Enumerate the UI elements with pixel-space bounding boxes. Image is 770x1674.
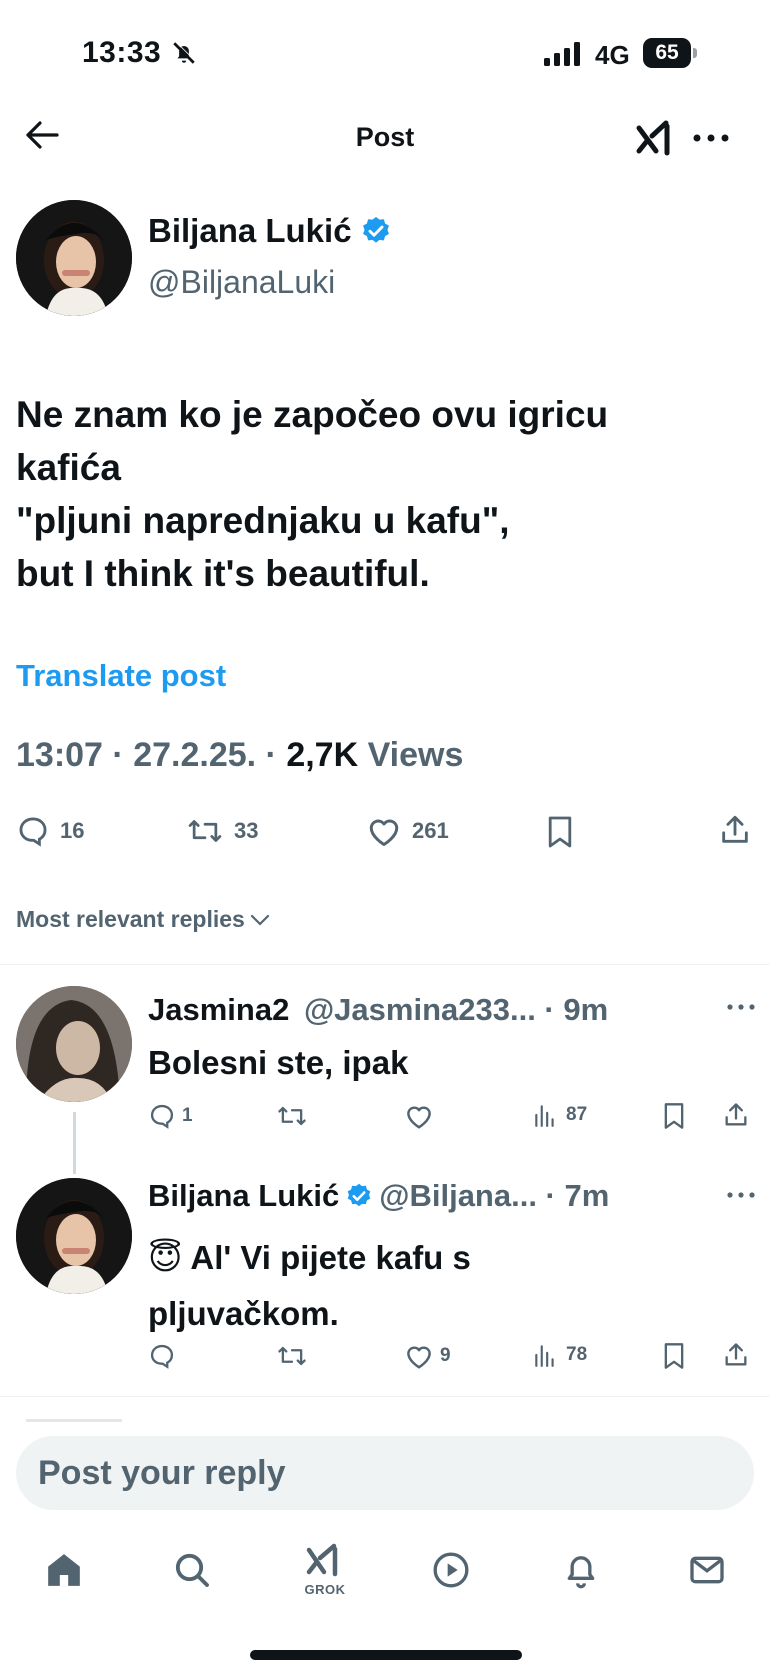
- reply-reply-count: 1: [182, 1105, 193, 1126]
- reply-header: Jasmina2 @Jasmina233... · 9m: [148, 992, 608, 1028]
- reply-views-count: 78: [566, 1344, 588, 1365]
- verified-badge-icon: [345, 1182, 373, 1210]
- post-text: Ne znam ko je započeo ovu igricu kafića …: [16, 388, 608, 600]
- heart-icon: [366, 814, 402, 848]
- network-type: 4G: [595, 40, 630, 70]
- bell-slash-icon: [171, 40, 197, 66]
- views-label[interactable]: Views: [368, 736, 464, 774]
- translate-post-link[interactable]: Translate post: [16, 658, 226, 694]
- signal-icon: [544, 42, 582, 66]
- repost-icon[interactable]: [276, 1102, 308, 1130]
- reply-handle-time[interactable]: @Biljana... · 7m: [379, 1178, 609, 1214]
- tab-grok[interactable]: GROK: [295, 1540, 355, 1597]
- battery-tip: [693, 48, 697, 58]
- home-indicator: [250, 1650, 522, 1660]
- search-icon[interactable]: [172, 1550, 212, 1590]
- home-icon[interactable]: [44, 1550, 84, 1590]
- repost-icon: [186, 814, 224, 848]
- reply-icon: [16, 814, 50, 848]
- share-icon[interactable]: [718, 813, 752, 847]
- author-avatar[interactable]: [16, 200, 132, 316]
- reply-count: 16: [60, 818, 85, 843]
- author-name[interactable]: Biljana Lukić: [148, 212, 352, 250]
- grok-icon[interactable]: [636, 118, 676, 158]
- replies-filter-label[interactable]: Most relevant replies: [16, 906, 245, 933]
- share-icon[interactable]: [722, 1101, 750, 1129]
- reply-text: Bolesni ste, ipak: [148, 1044, 409, 1081]
- reply-more-icon[interactable]: [727, 1004, 755, 1010]
- reply-text-line: 😇 Al' Vi pijete kafu s: [148, 1230, 471, 1286]
- video-play-icon[interactable]: [431, 1550, 471, 1590]
- reply-views-button[interactable]: 78: [532, 1342, 587, 1368]
- next-item-peek: [26, 1419, 122, 1422]
- like-button[interactable]: 261: [366, 814, 449, 848]
- more-options-icon[interactable]: [693, 134, 729, 142]
- grok-icon: [305, 1540, 345, 1580]
- views-icon: [532, 1102, 558, 1128]
- post-text-line: but I think it's beautiful.: [16, 553, 430, 594]
- heart-icon[interactable]: [404, 1102, 434, 1130]
- status-time: 13:33: [82, 36, 162, 69]
- repost-icon[interactable]: [276, 1342, 308, 1370]
- reply-reply-button[interactable]: 1: [148, 1102, 193, 1130]
- chevron-down-icon: [249, 912, 271, 928]
- post-meta: 13:07 · 27.2.25. · 2,7K Views: [16, 736, 463, 775]
- reply-header: Biljana Lukić @Biljana... · 7m: [148, 1178, 609, 1214]
- repost-button[interactable]: 33: [186, 814, 258, 848]
- post-date: 27.2.25.: [133, 736, 257, 774]
- reply-author-name[interactable]: Biljana Lukić: [148, 1178, 339, 1214]
- bookmark-icon[interactable]: [662, 1342, 686, 1370]
- reply-views-count: 87: [566, 1104, 588, 1125]
- heart-icon: [404, 1342, 434, 1370]
- replies-filter[interactable]: Most relevant replies: [16, 906, 271, 933]
- post-text-line: kafića: [16, 447, 121, 488]
- reply-avatar[interactable]: [16, 986, 132, 1102]
- reply-icon[interactable]: [148, 1342, 176, 1370]
- divider: [0, 1396, 770, 1397]
- views-count[interactable]: 2,7K: [286, 736, 358, 774]
- reply-views-button[interactable]: 87: [532, 1102, 587, 1128]
- post-text-line: "pljuni naprednjaku u kafu",: [16, 500, 510, 541]
- like-count: 261: [412, 818, 449, 843]
- thread-line: [73, 1112, 76, 1174]
- reply-more-icon[interactable]: [727, 1192, 755, 1198]
- repost-count: 33: [234, 818, 259, 843]
- battery-level: 65: [655, 41, 679, 64]
- reply-text-line1: Al' Vi pijete kafu s: [190, 1239, 471, 1276]
- author-handle[interactable]: @BiljanaLuki: [148, 264, 335, 301]
- reply-compose-placeholder[interactable]: Post your reply: [38, 1454, 286, 1493]
- meta-separator: ·: [265, 736, 287, 774]
- reply-compose-input[interactable]: Post your reply: [16, 1436, 754, 1510]
- reply-avatar[interactable]: [16, 1178, 132, 1294]
- meta-separator: ·: [112, 736, 134, 774]
- battery-icon: 65: [643, 38, 691, 68]
- bookmark-icon[interactable]: [662, 1102, 686, 1130]
- reply-like-count: 9: [440, 1345, 451, 1366]
- share-icon[interactable]: [722, 1341, 750, 1369]
- notifications-bell-icon[interactable]: [561, 1550, 601, 1590]
- reply-author-name[interactable]: Jasmina2: [148, 992, 289, 1027]
- reply-text-line2: pljuvačkom.: [148, 1295, 339, 1332]
- post-time: 13:07: [16, 736, 103, 774]
- verified-badge-icon: [360, 215, 392, 247]
- views-icon: [532, 1342, 558, 1368]
- reply-text: 😇 Al' Vi pijete kafu s pljuvačkom.: [148, 1230, 471, 1342]
- tab-grok-label: GROK: [304, 1582, 346, 1597]
- emoji-angel-icon: 😇: [148, 1239, 183, 1276]
- reply-handle-time[interactable]: @Jasmina233... · 9m: [304, 992, 608, 1027]
- reply-icon: [148, 1102, 176, 1130]
- messages-envelope-icon[interactable]: [687, 1550, 727, 1590]
- bookmark-icon[interactable]: [546, 815, 574, 849]
- divider: [0, 964, 770, 965]
- author-name-row[interactable]: Biljana Lukić: [148, 212, 392, 250]
- reply-like-button[interactable]: 9: [404, 1342, 451, 1370]
- post-text-line: Ne znam ko je započeo ovu igricu: [16, 394, 609, 435]
- reply-button[interactable]: 16: [16, 814, 84, 848]
